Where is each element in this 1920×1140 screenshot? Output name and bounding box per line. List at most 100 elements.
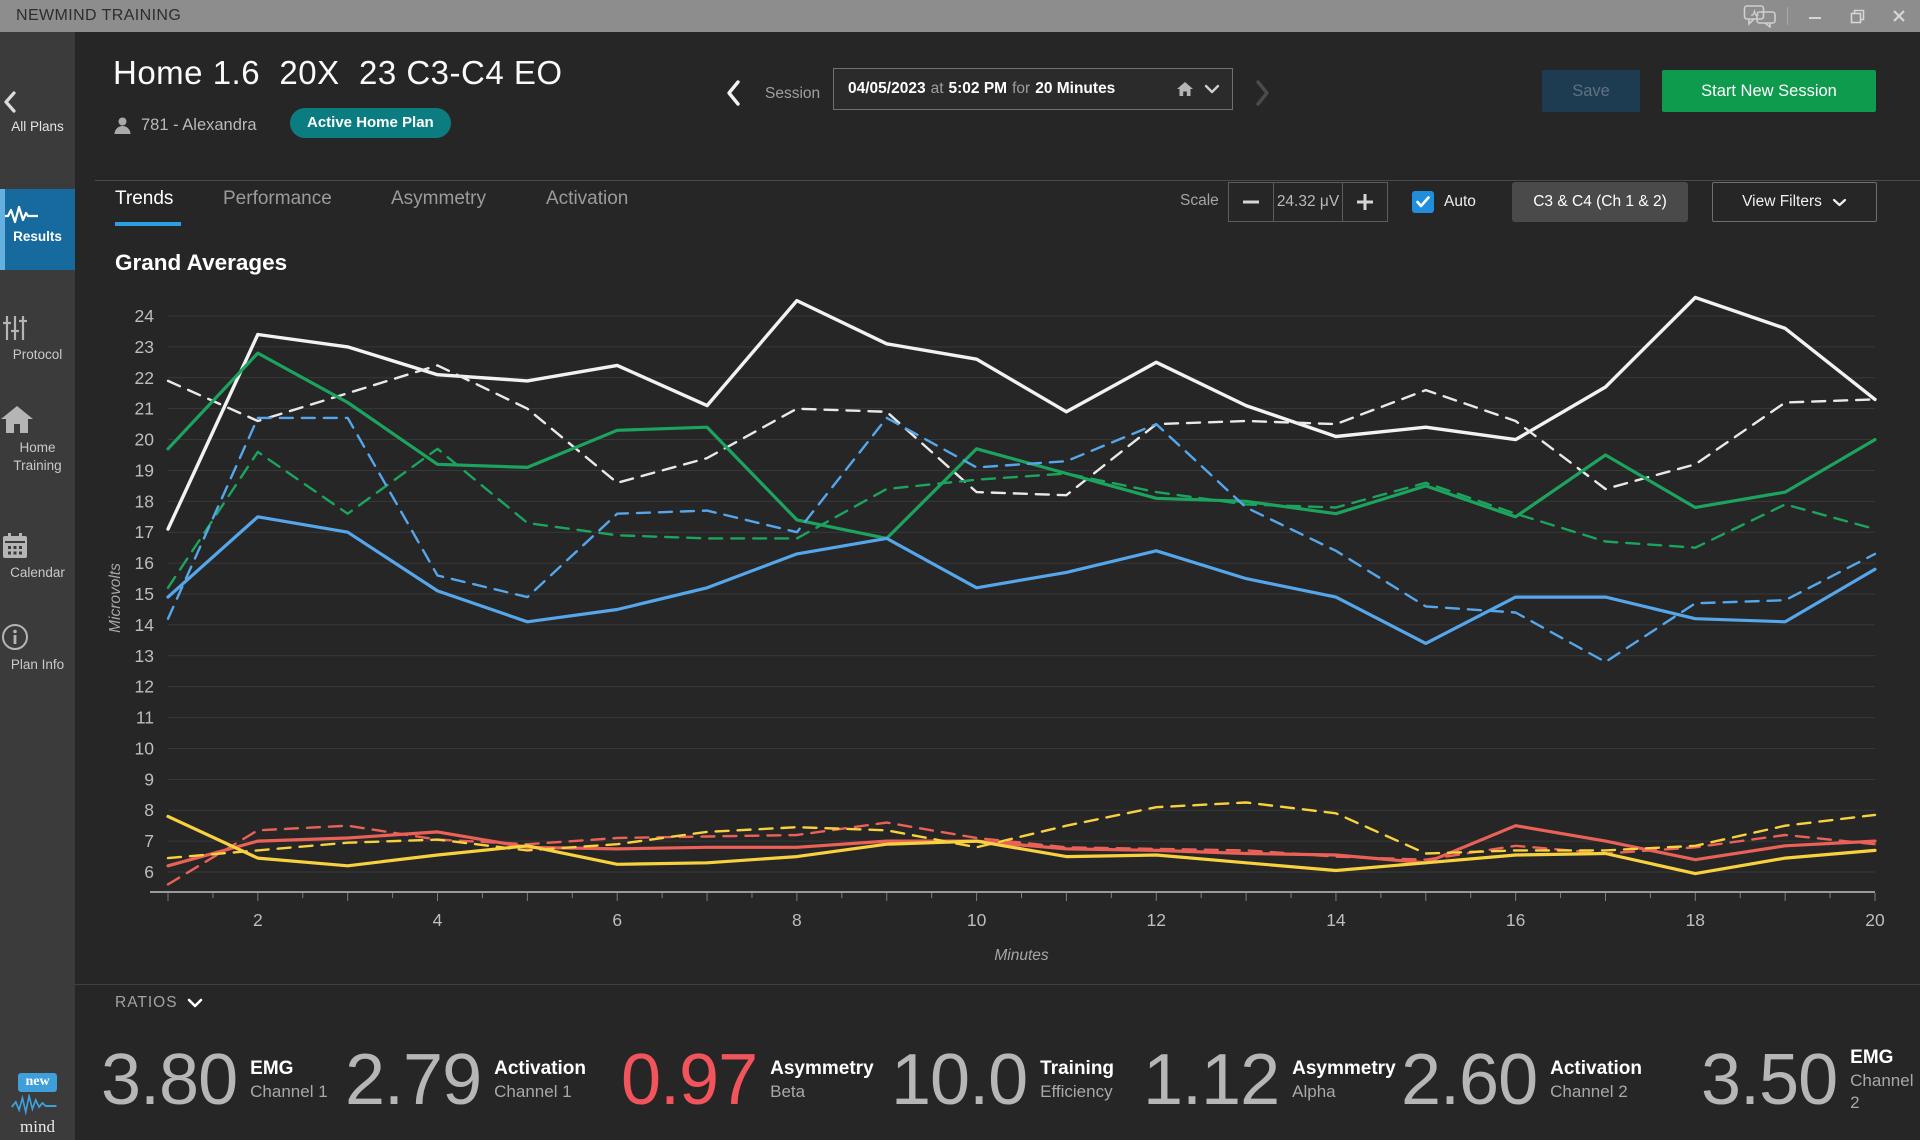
active-plan-badge: Active Home Plan [290, 108, 451, 138]
sliders-icon [0, 314, 75, 342]
tab-asymmetry[interactable]: Asymmetry [391, 188, 486, 210]
start-new-session-button[interactable]: Start New Session [1662, 70, 1876, 112]
view-filters-label: View Filters [1742, 193, 1822, 211]
logo-new-text: new [18, 1073, 56, 1092]
ratios-header[interactable]: RATIOS [115, 994, 203, 1012]
x-axis-tick-label: 18 [1686, 910, 1705, 930]
app-title: NEWMIND TRAINING [16, 7, 181, 25]
sidebar-item-results[interactable]: Results [0, 189, 75, 270]
y-axis-tick-label: 20 [135, 430, 155, 450]
sidebar-item-home-training[interactable]: Home Training [0, 404, 75, 475]
checkmark-icon [1416, 196, 1430, 208]
x-axis-title: Minutes [994, 947, 1049, 964]
titlebar-separator [1787, 7, 1788, 25]
y-axis-tick-label: 12 [135, 677, 154, 697]
ratio-value: 3.80 [101, 1039, 237, 1121]
ratio-label: Activation [494, 1057, 586, 1082]
y-axis-tick-label: 9 [144, 769, 154, 789]
session-for-word: for [1007, 80, 1035, 98]
person-icon [113, 116, 132, 135]
ratio-training-efficiency: 10.0 Training Efficiency [891, 1034, 1114, 1126]
ratio-sublabel: Efficiency [1040, 1081, 1114, 1103]
ratio-sublabel: Channel 2 [1850, 1070, 1920, 1114]
page-title: Home 1.6 20X 23 C3-C4 EO [113, 54, 563, 92]
y-axis-tick-label: 15 [135, 584, 154, 604]
session-date: 04/05/2023 [848, 80, 926, 98]
session-at-word: at [926, 80, 949, 98]
save-button[interactable]: Save [1542, 70, 1640, 112]
y-axis-tick-label: 10 [135, 738, 155, 758]
minimize-button[interactable] [1794, 0, 1836, 32]
next-session-button[interactable] [1251, 78, 1277, 108]
session-time: 5:02 PM [949, 80, 1008, 98]
session-selector[interactable]: 04/05/2023 at 5:02 PM for 20 Minutes [833, 68, 1233, 110]
home-icon [0, 404, 75, 434]
previous-session-button[interactable] [723, 78, 749, 108]
y-axis-tick-label: 21 [135, 399, 154, 419]
sidebar-item-all-plans[interactable]: All Plans [0, 90, 75, 134]
ratio-value: 0.97 [621, 1039, 757, 1121]
ratio-label: Training [1040, 1057, 1114, 1082]
y-axis-tick-label: 13 [135, 646, 154, 666]
tab-trends[interactable]: Trends [115, 188, 173, 210]
y-axis-tick-label: 11 [136, 708, 154, 728]
ratio-emg-ch2: 3.50 EMG Channel 2 [1701, 1034, 1920, 1126]
ratio-label: EMG [250, 1057, 328, 1082]
sidebar-item-calendar[interactable]: Calendar [0, 532, 75, 580]
scale-stepper: 24.32 μV [1228, 182, 1388, 222]
y-axis-title: Microvolts [107, 563, 124, 633]
x-axis-tick-label: 2 [253, 910, 263, 930]
series-red-solid [168, 826, 1875, 866]
chevron-left-icon [0, 90, 75, 114]
home-session-icon [1176, 81, 1194, 97]
channel-selector-button[interactable]: C3 & C4 (Ch 1 & 2) [1512, 182, 1688, 222]
ratio-label: Asymmetry [770, 1057, 874, 1082]
patient-name: 781 - Alexandra [141, 116, 257, 135]
ratio-label: EMG [1850, 1046, 1920, 1071]
sidebar-item-label: Plan Info [11, 657, 64, 672]
ratios-header-label: RATIOS [115, 994, 178, 1012]
x-axis-tick-label: 16 [1506, 910, 1525, 930]
sidebar-item-label: Home Training [7, 439, 69, 475]
sidebar-item-label: Calendar [10, 565, 65, 580]
sidebar: All Plans Results Protocol Home Training [0, 32, 75, 1140]
x-axis-tick-label: 4 [433, 910, 443, 930]
y-axis-tick-label: 23 [135, 337, 154, 357]
view-filters-button[interactable]: View Filters [1712, 182, 1877, 222]
newmind-logo: new mind [0, 1072, 75, 1137]
grand-averages-chart: 6789101112131415161718192021222324246810… [75, 280, 1920, 970]
window-controls [1739, 0, 1920, 32]
ratio-value: 2.79 [345, 1039, 481, 1121]
y-axis-tick-label: 16 [135, 553, 154, 573]
main-content: Home 1.6 20X 23 C3-C4 EO 781 - Alexandra… [75, 32, 1920, 1140]
chevron-down-icon [1832, 198, 1847, 207]
session-duration: 20 Minutes [1035, 80, 1115, 98]
logo-mind-text: mind [0, 1117, 75, 1137]
y-axis-tick-label: 8 [144, 800, 154, 820]
y-axis-tick-label: 17 [135, 522, 154, 542]
info-icon [0, 622, 75, 652]
restore-button[interactable] [1836, 0, 1878, 32]
sidebar-item-plan-info[interactable]: Plan Info [0, 622, 75, 672]
x-axis-tick-label: 8 [792, 910, 802, 930]
feedback-icon[interactable] [1739, 0, 1781, 32]
scale-increase-button[interactable] [1342, 183, 1387, 221]
ratio-asymmetry-alpha: 1.12 Asymmetry Alpha [1143, 1034, 1396, 1126]
ratio-value: 1.12 [1143, 1039, 1279, 1121]
tab-activation[interactable]: Activation [546, 188, 628, 210]
close-button[interactable] [1878, 0, 1920, 32]
ratio-sublabel: Channel 2 [1550, 1081, 1642, 1103]
y-axis-tick-label: 6 [144, 862, 154, 882]
x-axis-tick-label: 6 [612, 910, 622, 930]
auto-checkbox[interactable] [1412, 191, 1434, 213]
x-axis-tick-label: 14 [1326, 910, 1346, 930]
auto-checkbox-label: Auto [1444, 193, 1476, 211]
scale-decrease-button[interactable] [1229, 183, 1274, 221]
waveform-icon [0, 203, 75, 229]
ratio-asymmetry-beta: 0.97 Asymmetry Beta [621, 1034, 874, 1126]
y-axis-tick-label: 18 [135, 491, 154, 511]
sidebar-item-label: Results [13, 229, 62, 244]
sidebar-item-protocol[interactable]: Protocol [0, 314, 75, 362]
calendar-icon [0, 532, 75, 560]
tab-performance[interactable]: Performance [223, 188, 332, 210]
